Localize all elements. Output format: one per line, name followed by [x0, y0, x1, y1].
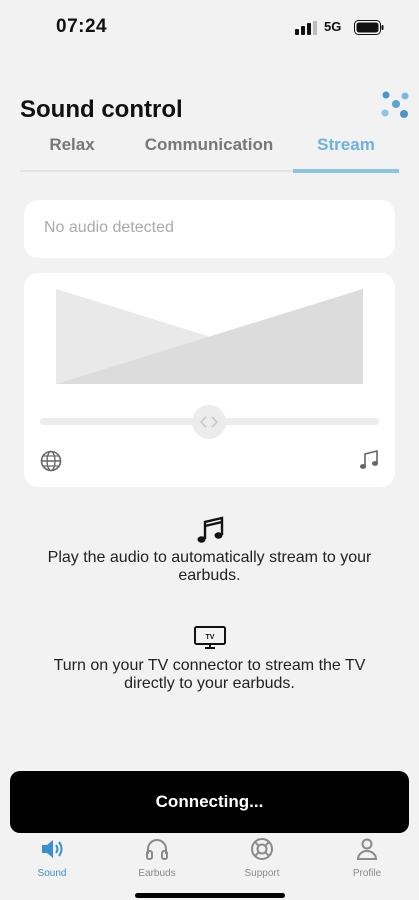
home-indicator[interactable] [135, 893, 285, 898]
nav-sound[interactable]: Sound [0, 834, 104, 884]
nav-sound-label: Sound [37, 868, 67, 879]
page-title: Sound control [20, 96, 183, 123]
tv-instruction-text: Turn on your TV connector to stream the … [53, 657, 366, 692]
person-icon [356, 838, 378, 860]
mix-balance-visual [56, 289, 363, 384]
music-notes-icon [197, 516, 224, 543]
connecting-banner: Connecting... [10, 771, 409, 833]
battery-icon [354, 20, 384, 35]
headphones-icon [146, 839, 168, 860]
tab-communication[interactable]: Communication [124, 135, 294, 155]
mix-slider-thumb[interactable] [192, 405, 226, 439]
nav-support-label: Support [244, 868, 280, 879]
slider-arrows-icon [199, 416, 219, 428]
lifebuoy-icon [251, 838, 273, 860]
nav-earbuds-label: Earbuds [138, 868, 176, 879]
tv-badge-text: TV [206, 634, 215, 641]
globe-icon [40, 450, 62, 472]
audio-mix-card [24, 273, 395, 487]
brand-logo-icon [381, 91, 409, 118]
active-tab-indicator [293, 169, 399, 173]
network-type: 5G [324, 19, 342, 34]
status-time: 07:24 [56, 16, 108, 37]
stream-instruction-text: Play the audio to automatically stream t… [47, 549, 372, 584]
nav-earbuds[interactable]: Earbuds [105, 834, 209, 884]
tv-icon: TV [194, 626, 226, 649]
speaker-icon [42, 840, 63, 858]
tab-stream[interactable]: Stream [293, 135, 399, 155]
nav-support[interactable]: Support [210, 834, 314, 884]
nav-profile-label: Profile [352, 868, 382, 879]
cellular-signal-icon [295, 21, 317, 35]
nav-profile[interactable]: Profile [315, 834, 419, 884]
music-note-icon [360, 449, 378, 469]
tab-relax[interactable]: Relax [20, 135, 124, 155]
audio-status-card: No audio detected [24, 200, 395, 258]
audio-status-text: No audio detected [44, 219, 174, 236]
